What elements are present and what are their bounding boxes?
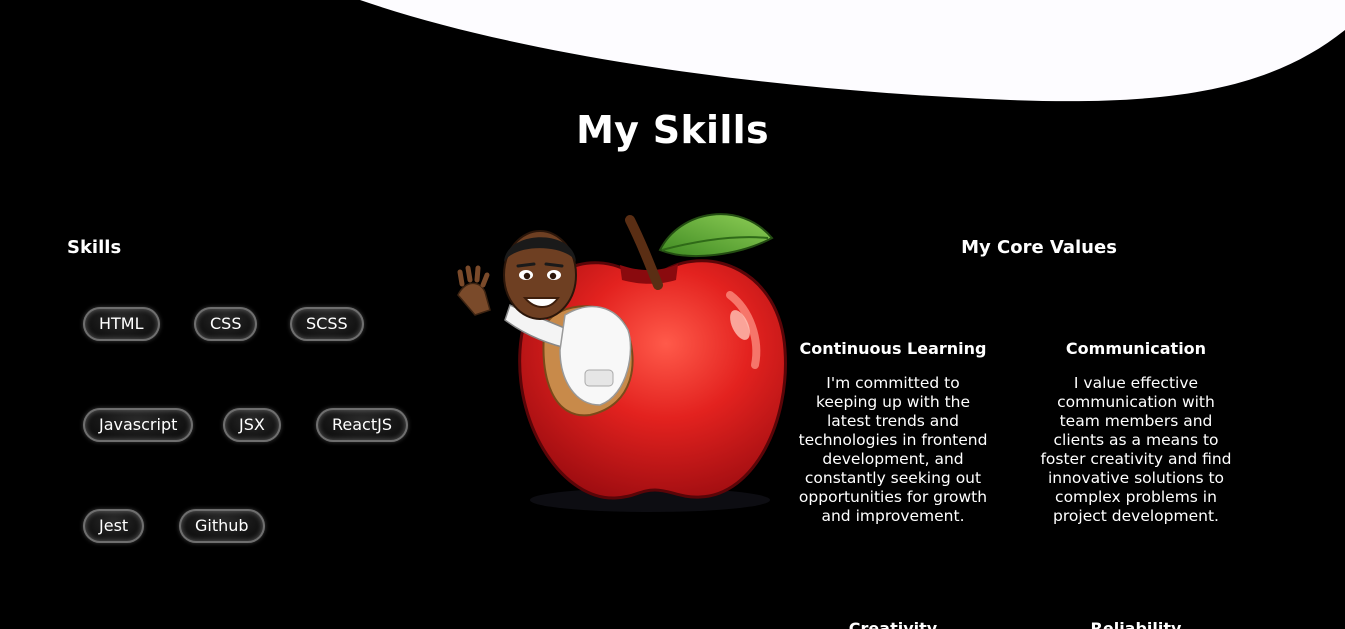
core-value-title: Continuous Learning (799, 339, 987, 358)
skill-pill-jsx[interactable]: JSX (223, 408, 281, 442)
top-wave-decoration (360, 0, 1345, 102)
apple-avatar-illustration (457, 213, 787, 512)
skill-pill-reactjs[interactable]: ReactJS (316, 408, 408, 442)
core-value-card-communication: Communication I value effective communic… (1036, 339, 1236, 526)
skill-pill-javascript[interactable]: Javascript (83, 408, 194, 442)
core-value-text: I'm committed to keeping up with the lat… (798, 374, 988, 525)
core-value-card-creativity: Creativity (794, 619, 992, 629)
skills-section: My Skills Skills HTML CSS SCSS Javascrip… (0, 0, 1345, 629)
core-value-title: Communication (1065, 339, 1207, 358)
skill-pill-html[interactable]: HTML (83, 307, 160, 341)
core-value-title: Creativity (848, 619, 938, 629)
core-value-card-reliability: Reliability (1036, 619, 1236, 629)
core-value-title: Reliability (1090, 619, 1182, 629)
skill-pill-css[interactable]: CSS (194, 307, 258, 341)
core-value-text: I value effective communication with tea… (1040, 374, 1232, 525)
skill-pill-jest[interactable]: Jest (83, 509, 145, 543)
skill-pill-scss[interactable]: SCSS (290, 307, 364, 341)
core-value-card-continuous-learning: Continuous Learning I'm committed to kee… (794, 339, 992, 526)
skills-heading: Skills (67, 237, 122, 258)
core-values-heading: My Core Values (961, 237, 1117, 258)
section-title: My Skills (576, 108, 769, 152)
skill-pill-github[interactable]: Github (179, 509, 265, 543)
